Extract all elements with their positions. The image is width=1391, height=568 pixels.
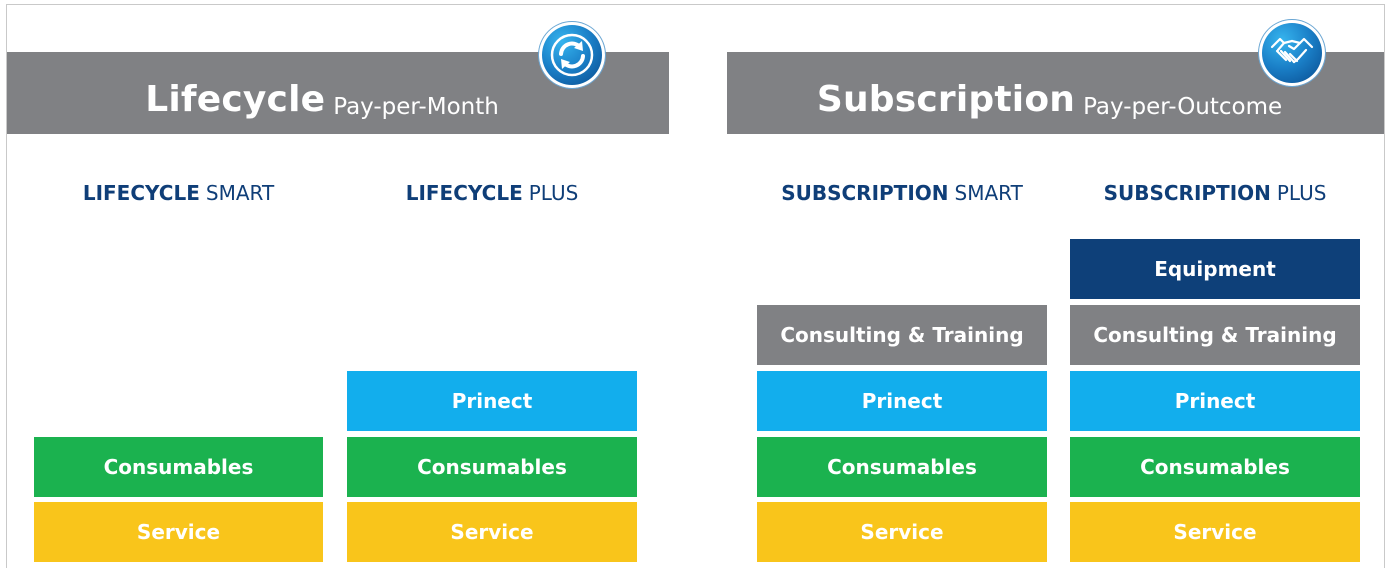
equipment-block: Equipment bbox=[1070, 239, 1360, 299]
column-heading-lifecycle-smart: LIFECYCLE SMART bbox=[34, 181, 323, 209]
heading-bold: LIFECYCLE bbox=[405, 181, 523, 205]
heading-bold: LIFECYCLE bbox=[82, 181, 200, 205]
column-heading-subscription-smart: SUBSCRIPTION SMART bbox=[757, 181, 1047, 209]
heading-rest: SMART bbox=[205, 181, 275, 205]
refresh-icon bbox=[539, 22, 605, 88]
service-block: Service bbox=[1070, 502, 1360, 562]
consulting-training-block: Consulting & Training bbox=[1070, 305, 1360, 365]
service-block: Service bbox=[34, 502, 323, 562]
consumables-block: Consumables bbox=[757, 437, 1047, 497]
column-heading-subscription-plus: SUBSCRIPTION PLUS bbox=[1070, 181, 1360, 209]
consulting-training-block: Consulting & Training bbox=[757, 305, 1047, 365]
service-block: Service bbox=[757, 502, 1047, 562]
lifecycle-subtitle: Pay-per-Month bbox=[333, 94, 499, 120]
heading-rest: PLUS bbox=[528, 181, 579, 205]
consumables-block: Consumables bbox=[1070, 437, 1360, 497]
subscription-title: Subscription bbox=[816, 79, 1076, 120]
subscription-subtitle: Pay-per-Outcome bbox=[1083, 94, 1283, 120]
heading-rest: SMART bbox=[954, 181, 1023, 205]
heading-bold: SUBSCRIPTION bbox=[781, 181, 949, 205]
heading-bold: SUBSCRIPTION bbox=[1103, 181, 1271, 205]
consumables-block: Consumables bbox=[34, 437, 323, 497]
prinect-block: Prinect bbox=[347, 371, 637, 431]
column-heading-lifecycle-plus: LIFECYCLE PLUS bbox=[347, 181, 637, 209]
consumables-block: Consumables bbox=[347, 437, 637, 497]
heading-rest: PLUS bbox=[1276, 181, 1327, 205]
handshake-icon bbox=[1259, 20, 1325, 86]
prinect-block: Prinect bbox=[757, 371, 1047, 431]
lifecycle-title: Lifecycle bbox=[145, 79, 326, 120]
service-block: Service bbox=[347, 502, 637, 562]
prinect-block: Prinect bbox=[1070, 371, 1360, 431]
